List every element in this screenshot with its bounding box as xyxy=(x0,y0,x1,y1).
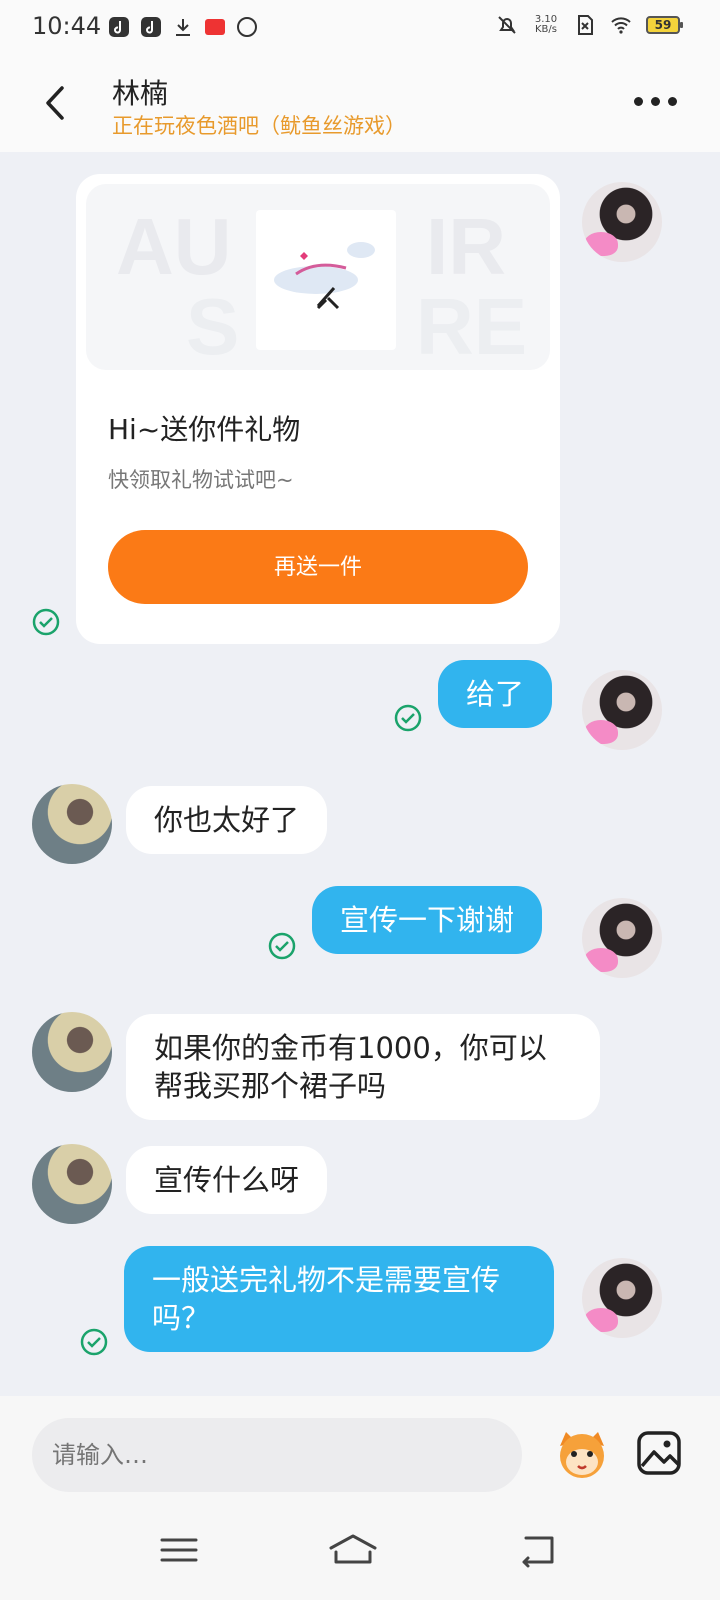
gift-banner: AU IR S RE xyxy=(86,184,550,370)
chat-header: 林楠 正在玩夜色酒吧（鱿鱼丝游戏） xyxy=(0,56,720,152)
tiktok-icon xyxy=(109,17,129,37)
gift-title: Hi~送你件礼物 xyxy=(108,413,301,446)
gift-card: AU IR S RE Hi~送你件礼物 快领取礼物试试吧~ 再送一件 xyxy=(76,174,560,644)
svg-text:IR: IR xyxy=(426,202,506,291)
read-check-icon xyxy=(80,1328,108,1356)
mute-bell-icon xyxy=(498,16,516,34)
read-check-icon xyxy=(394,704,422,732)
gift-image xyxy=(256,210,396,350)
my-avatar[interactable] xyxy=(582,1258,662,1338)
battery-icon: 59 xyxy=(646,16,683,34)
svg-text:AU: AU xyxy=(116,202,232,291)
home-icon[interactable] xyxy=(328,1530,378,1570)
network-speed: 3.10 KB/s xyxy=(532,15,560,35)
contact-status[interactable]: 正在玩夜色酒吧（鱿鱼丝游戏） xyxy=(112,110,406,140)
message-bubble-theirs[interactable]: 你也太好了 xyxy=(126,786,328,854)
read-check-icon xyxy=(32,608,60,636)
image-picker-icon[interactable] xyxy=(636,1430,682,1476)
send-another-gift-button[interactable]: 再送一件 xyxy=(108,530,528,604)
gift-description: 快领取礼物试试吧~ xyxy=(108,468,294,492)
download-icon xyxy=(176,19,190,36)
ifly-icon xyxy=(237,17,257,37)
svg-text:RE: RE xyxy=(416,282,527,370)
my-avatar[interactable] xyxy=(582,182,662,262)
my-avatar[interactable] xyxy=(582,670,662,750)
wifi-icon xyxy=(611,17,631,34)
notification-icons xyxy=(108,16,258,38)
emoji-icon[interactable] xyxy=(552,1424,612,1484)
read-check-icon xyxy=(268,932,296,960)
contact-avatar[interactable] xyxy=(32,1144,112,1224)
contact-name: 林楠 xyxy=(112,77,169,110)
message-bubble-mine[interactable]: 宣传一下谢谢 xyxy=(312,886,543,954)
status-time: 10:44 xyxy=(32,12,102,40)
message-bubble-mine[interactable]: 给了 xyxy=(438,660,553,728)
gift-illustration xyxy=(274,242,375,310)
tiktok-icon xyxy=(141,17,161,37)
contact-avatar[interactable] xyxy=(32,784,112,864)
message-list[interactable]: AU IR S RE Hi~送你件礼物 快领取礼物试试吧~ 再送一件 给了 你也… xyxy=(0,152,720,1396)
svg-text:S: S xyxy=(186,282,239,370)
message-bubble-mine[interactable]: 一般送完礼物不是需要宣传吗？ xyxy=(124,1246,554,1352)
menu-icon[interactable] xyxy=(154,1530,204,1570)
no-sim-icon xyxy=(578,15,593,35)
my-avatar[interactable] xyxy=(582,898,662,978)
message-bubble-theirs[interactable]: 如果你的金币有1000，你可以帮我买那个裙子吗 xyxy=(126,1014,600,1120)
app-notification-icon xyxy=(205,19,225,35)
back-arrow-icon[interactable] xyxy=(36,78,76,128)
network-speed-unit: KB/s xyxy=(535,24,557,35)
message-bubble-theirs[interactable]: 宣传什么呀 xyxy=(126,1146,328,1214)
contact-avatar[interactable] xyxy=(32,1012,112,1092)
message-input[interactable] xyxy=(32,1418,522,1492)
back-icon[interactable] xyxy=(514,1530,564,1570)
system-icons: 3.10 KB/s 59 xyxy=(496,14,683,36)
composer-bar xyxy=(0,1396,720,1508)
system-nav-bar xyxy=(0,1508,720,1600)
more-options-icon[interactable] xyxy=(634,86,684,116)
status-bar: 10:44 3.10 KB/s 59 xyxy=(0,0,720,56)
